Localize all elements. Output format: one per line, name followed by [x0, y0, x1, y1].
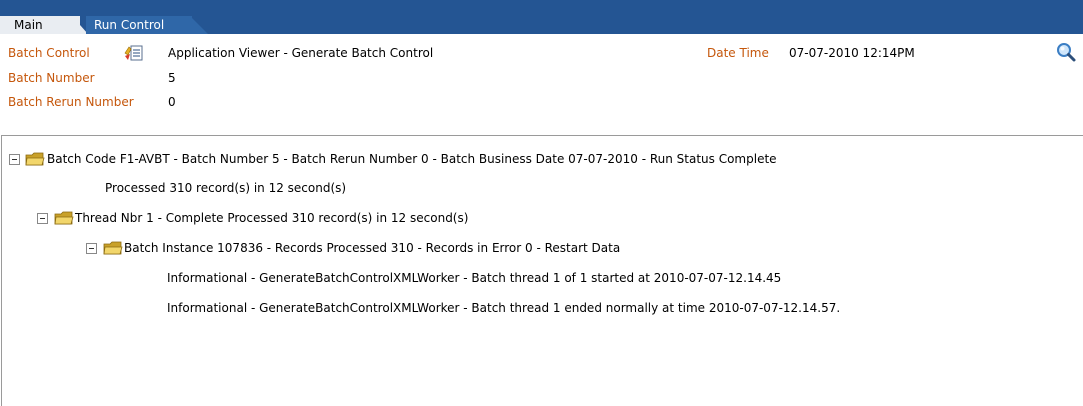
collapse-icon[interactable] [37, 213, 48, 224]
tab-run-control[interactable]: Run Control [86, 16, 192, 34]
collapse-icon[interactable] [9, 154, 20, 165]
folder-icon [54, 211, 74, 225]
batch-number-value: 5 [168, 71, 176, 85]
search-icon[interactable] [1055, 41, 1077, 63]
batch-number-label: Batch Number [8, 71, 95, 85]
folder-icon [25, 152, 45, 166]
collapse-icon[interactable] [86, 243, 97, 254]
batch-run-tree: Batch Code F1-AVBT - Batch Number 5 - Ba… [1, 135, 1083, 406]
tree-thread-node[interactable]: Thread Nbr 1 - Complete Processed 310 re… [75, 209, 468, 227]
tab-run-control-edge [190, 16, 208, 34]
datetime-label: Date Time [707, 46, 769, 60]
folder-icon [103, 241, 123, 255]
tab-main[interactable]: Main [0, 16, 80, 34]
tree-instance-node[interactable]: Batch Instance 107836 - Records Processe… [124, 239, 620, 257]
tree-root-node[interactable]: Batch Code F1-AVBT - Batch Number 5 - Ba… [47, 150, 777, 168]
tab-bar: Main Run Control [0, 0, 1083, 34]
datetime-value: 07-07-2010 12:14PM [789, 46, 915, 60]
batch-control-label: Batch Control [8, 46, 90, 60]
batch-control-value: Application Viewer - Generate Batch Cont… [168, 46, 434, 60]
tree-message: Informational - GenerateBatchControlXMLW… [167, 271, 782, 285]
tree-message: Informational - GenerateBatchControlXMLW… [167, 301, 841, 315]
tab-main-label: Main [14, 18, 43, 32]
batch-header [0, 34, 1083, 134]
tree-root-detail: Processed 310 record(s) in 12 second(s) [105, 181, 347, 195]
tab-run-control-label: Run Control [94, 18, 165, 32]
batch-rerun-label: Batch Rerun Number [8, 95, 134, 109]
batch-control-icon[interactable] [124, 44, 144, 62]
batch-rerun-value: 0 [168, 95, 176, 109]
